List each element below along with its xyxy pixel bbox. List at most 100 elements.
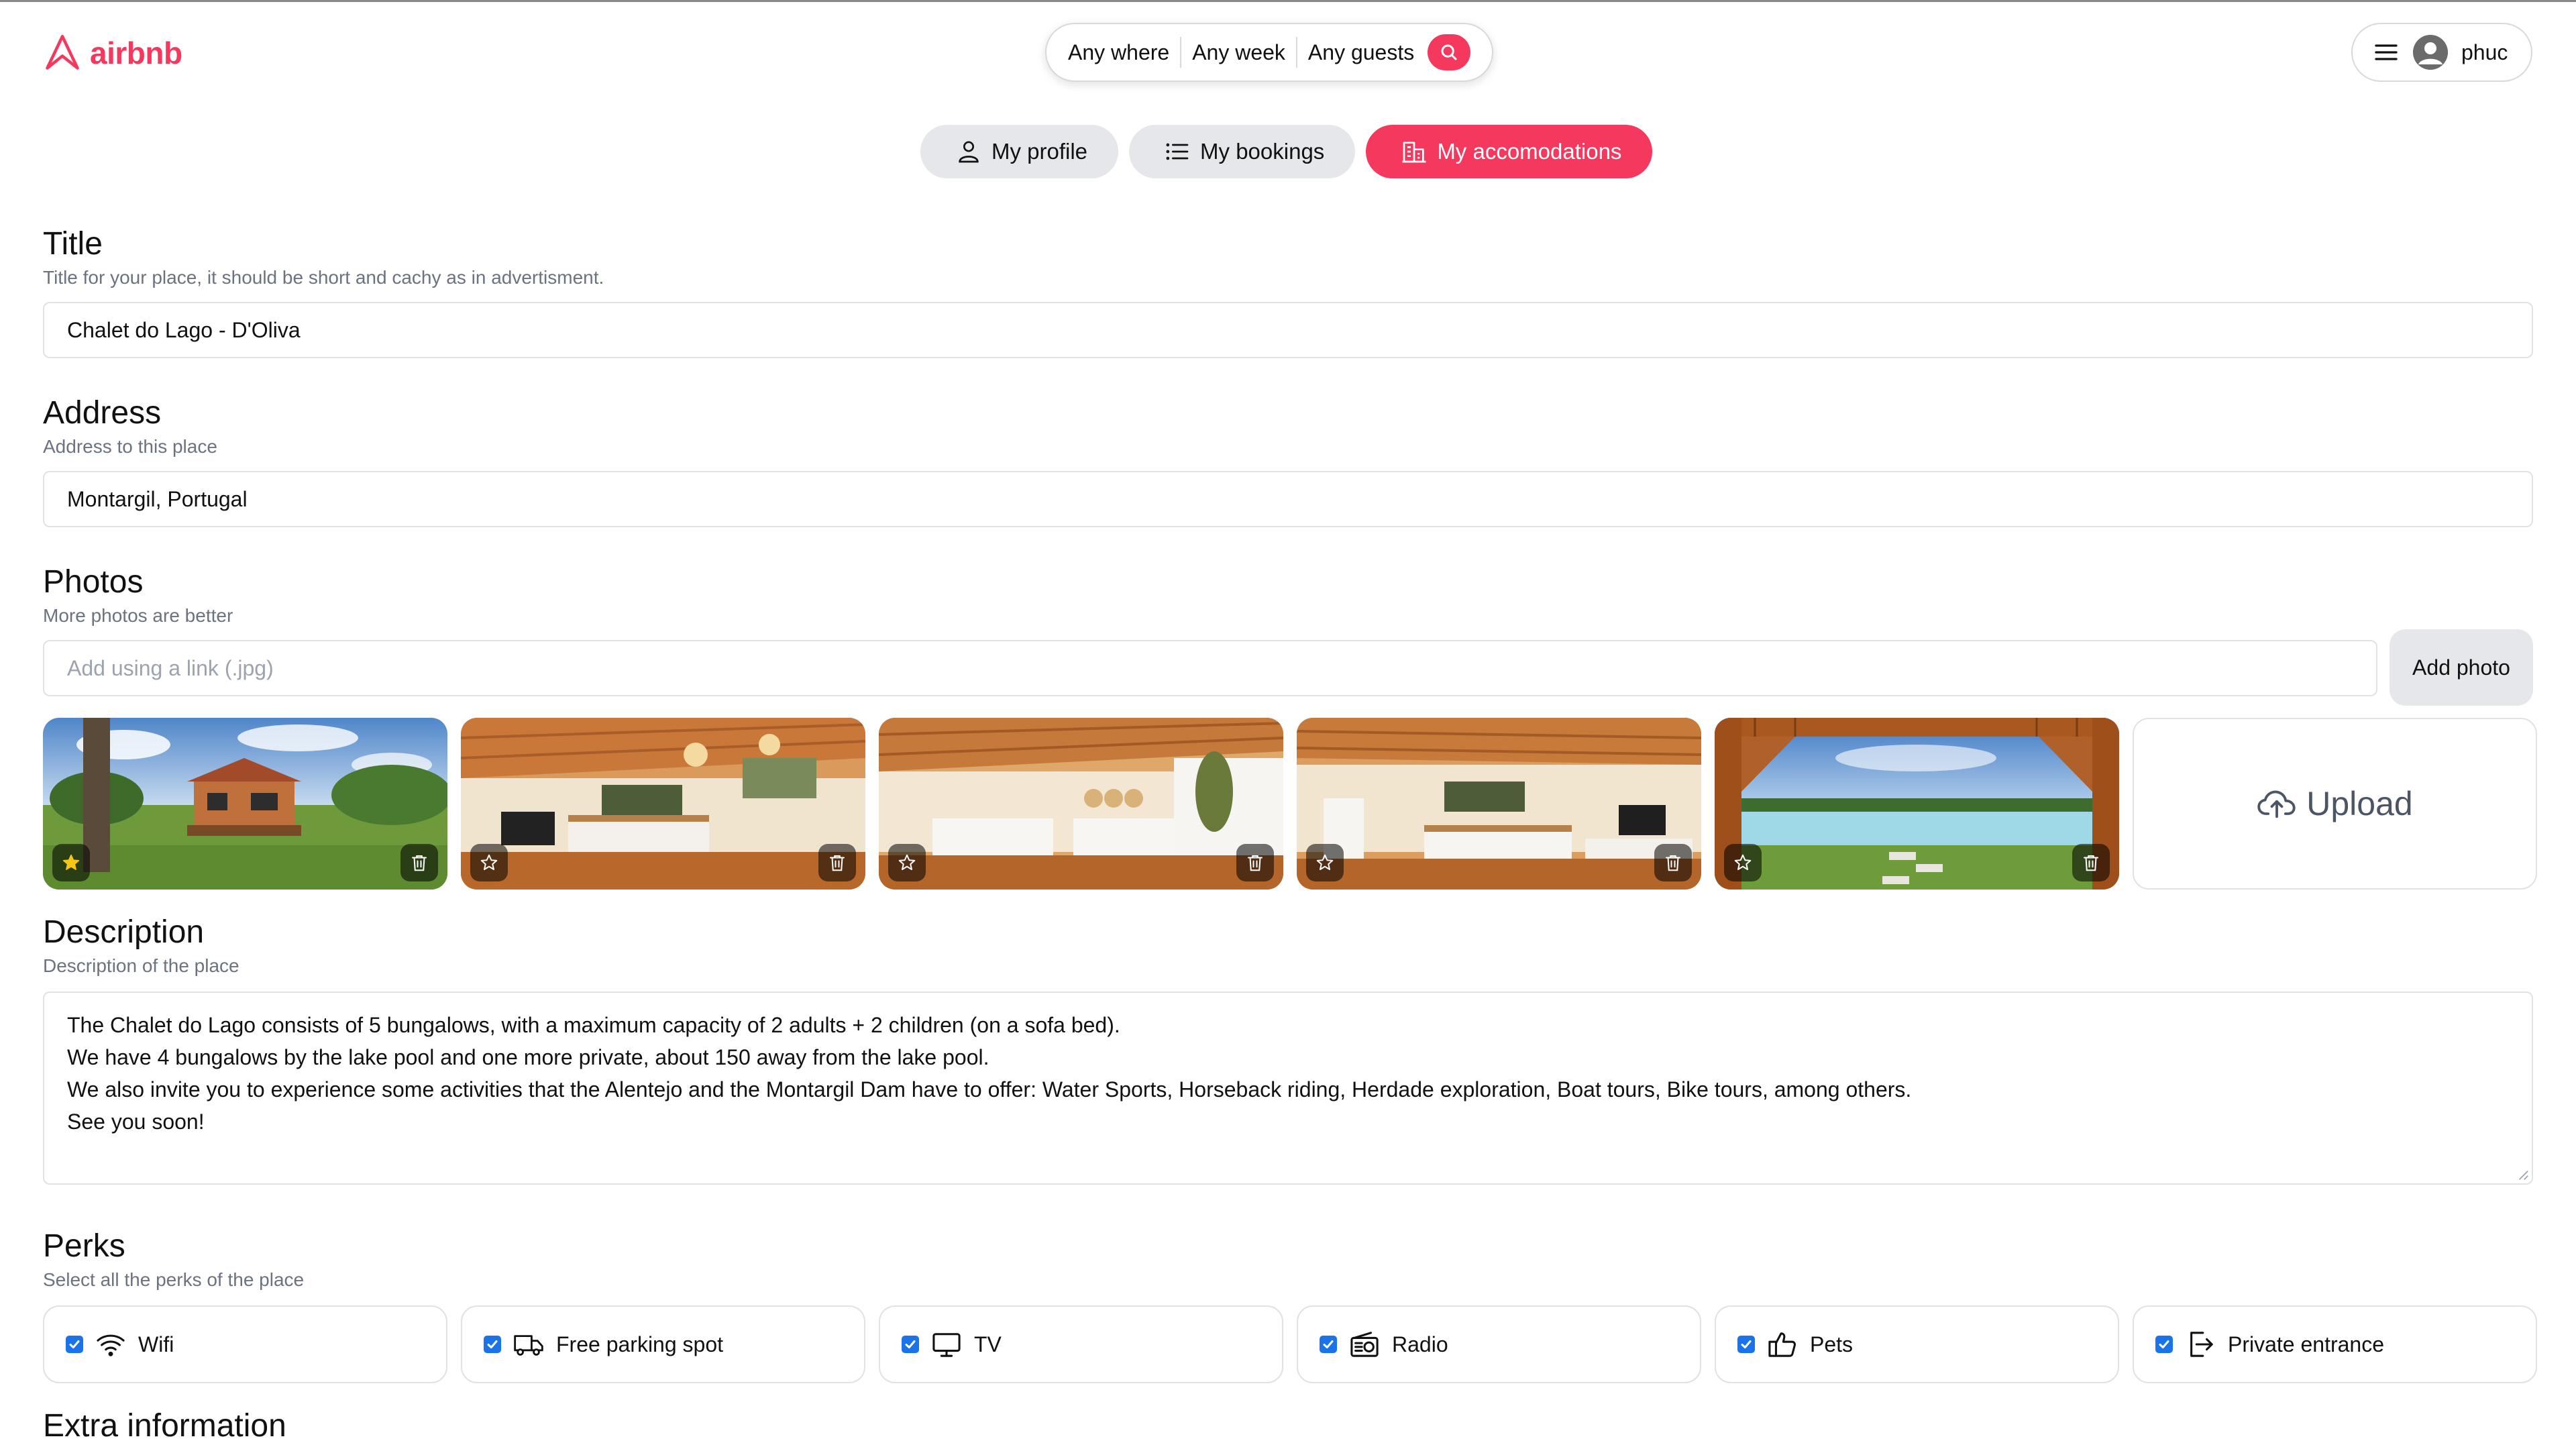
search-when[interactable]: Any week: [1192, 40, 1285, 65]
checkbox[interactable]: [1320, 1336, 1337, 1353]
delete-photo-button[interactable]: [2072, 844, 2110, 881]
star-outline-icon: [480, 854, 498, 870]
set-main-photo-button[interactable]: [1306, 844, 1344, 881]
perk-label: Wifi: [138, 1332, 174, 1356]
search-where[interactable]: Any where: [1068, 40, 1169, 65]
delete-photo-button[interactable]: [818, 844, 856, 881]
window-top-border: [0, 0, 2576, 2]
account-nav: My profile My bookings My accomodations: [920, 125, 1653, 178]
photo-thumbnail: [879, 718, 1283, 890]
photo-thumbnail: [1715, 718, 2119, 890]
delete-photo-button[interactable]: [1654, 844, 1692, 881]
thumbs-up-icon: [1768, 1332, 1796, 1357]
perks-help: Select all the perks of the place: [43, 1269, 305, 1290]
perk-private-entrance[interactable]: Private entrance: [2133, 1305, 2537, 1383]
star-outline-icon: [1734, 854, 1752, 870]
photo-gallery: Upload: [43, 718, 2537, 890]
star-icon: [62, 854, 80, 870]
photo-bedroom-interior: [879, 718, 1283, 890]
trash-icon: [2084, 855, 2098, 871]
tab-my-profile[interactable]: My profile: [920, 125, 1119, 178]
search-divider: [1180, 37, 1182, 68]
user-menu[interactable]: phuc: [2351, 23, 2532, 82]
description-help: Description of the place: [43, 955, 239, 976]
perk-tv[interactable]: TV: [879, 1305, 1283, 1383]
perk-pets[interactable]: Pets: [1715, 1305, 2119, 1383]
perk-wifi[interactable]: Wifi: [43, 1305, 447, 1383]
entrance-icon: [2190, 1332, 2213, 1357]
list-icon: [1166, 143, 1189, 160]
photo-thumbnail: [43, 718, 447, 890]
title-heading: Title: [43, 226, 103, 262]
add-photo-button[interactable]: Add photo: [2390, 629, 2533, 706]
delete-photo-button[interactable]: [1236, 844, 1274, 881]
search-who[interactable]: Any guests: [1308, 40, 1414, 65]
photo-cabin-exterior: [43, 718, 447, 890]
radio-icon: [1350, 1332, 1379, 1357]
set-main-photo-button[interactable]: [1724, 844, 1762, 881]
user-icon: [2413, 35, 2448, 70]
perk-free-parking[interactable]: Free parking spot: [461, 1305, 865, 1383]
perk-label: Radio: [1392, 1332, 1448, 1356]
cloud-upload-icon: [2257, 790, 2296, 818]
checkbox[interactable]: [2155, 1336, 2173, 1353]
upload-label: Upload: [2306, 785, 2413, 822]
set-main-photo-button[interactable]: [52, 844, 90, 881]
tab-my-bookings[interactable]: My bookings: [1129, 125, 1356, 178]
delete-photo-button[interactable]: [400, 844, 438, 881]
address-input[interactable]: Montargil, Portugal: [43, 471, 2533, 527]
perks-list: Wifi Free parking spot TV Radio Pets Pri: [43, 1305, 2537, 1383]
search-bar[interactable]: Any where Any week Any guests: [1045, 23, 1493, 82]
description-heading: Description: [43, 914, 205, 950]
trash-icon: [830, 855, 845, 871]
perk-label: Private entrance: [2228, 1332, 2385, 1356]
checkbox[interactable]: [484, 1336, 501, 1353]
photo-thumbnail: [1297, 718, 1701, 890]
checkbox[interactable]: [1737, 1336, 1755, 1353]
menu-icon: [2373, 41, 2400, 64]
avatar: [2413, 35, 2448, 70]
search-button[interactable]: [1428, 34, 1471, 70]
tab-my-accommodations[interactable]: My accomodations: [1366, 125, 1653, 178]
photo-link-input[interactable]: Add using a link (.jpg): [43, 640, 2377, 696]
trash-icon: [412, 855, 427, 871]
photo-kitchen-living: [1297, 718, 1701, 890]
set-main-photo-button[interactable]: [470, 844, 508, 881]
perks-heading: Perks: [43, 1228, 125, 1264]
trash-icon: [1666, 855, 1680, 871]
search-icon: [1441, 44, 1457, 60]
upload-button[interactable]: Upload: [2133, 718, 2537, 890]
title-input[interactable]: Chalet do Lago - D'Oliva: [43, 302, 2533, 358]
resize-handle-icon[interactable]: [2517, 1169, 2529, 1181]
perk-label: Free parking spot: [556, 1332, 724, 1356]
tab-label: My accomodations: [1437, 139, 1622, 164]
building-icon: [1402, 142, 1426, 163]
description-line: We also invite you to experience some ac…: [67, 1077, 1912, 1102]
checkbox[interactable]: [66, 1336, 83, 1353]
search-divider: [1295, 37, 1297, 68]
title-help: Title for your place, it should be short…: [43, 267, 604, 288]
username: phuc: [2461, 40, 2508, 64]
trash-icon: [1248, 855, 1263, 871]
extra-info-heading: Extra information: [43, 1408, 286, 1444]
brand-name: airbnb: [90, 36, 182, 70]
tab-label: My bookings: [1200, 139, 1325, 164]
checkbox[interactable]: [902, 1336, 919, 1353]
photo-kitchen-interior: [461, 718, 865, 890]
address-help: Address to this place: [43, 436, 217, 457]
airbnb-logo[interactable]: airbnb: [44, 32, 182, 74]
star-outline-icon: [1316, 854, 1334, 870]
photos-help: More photos are better: [43, 605, 233, 626]
photo-pergola-pool: [1715, 718, 2119, 890]
set-main-photo-button[interactable]: [888, 844, 926, 881]
perk-label: Pets: [1810, 1332, 1854, 1356]
wifi-icon: [97, 1334, 125, 1356]
photos-heading: Photos: [43, 564, 144, 600]
description-line: See you soon!: [67, 1110, 205, 1134]
description-line: We have 4 bungalows by the lake pool and…: [67, 1045, 989, 1069]
description-textarea[interactable]: The Chalet do Lago consists of 5 bungalo…: [43, 991, 2533, 1185]
perk-radio[interactable]: Radio: [1297, 1305, 1701, 1383]
truck-icon: [514, 1335, 543, 1356]
tv-icon: [932, 1333, 961, 1357]
perk-label: TV: [974, 1332, 1002, 1356]
